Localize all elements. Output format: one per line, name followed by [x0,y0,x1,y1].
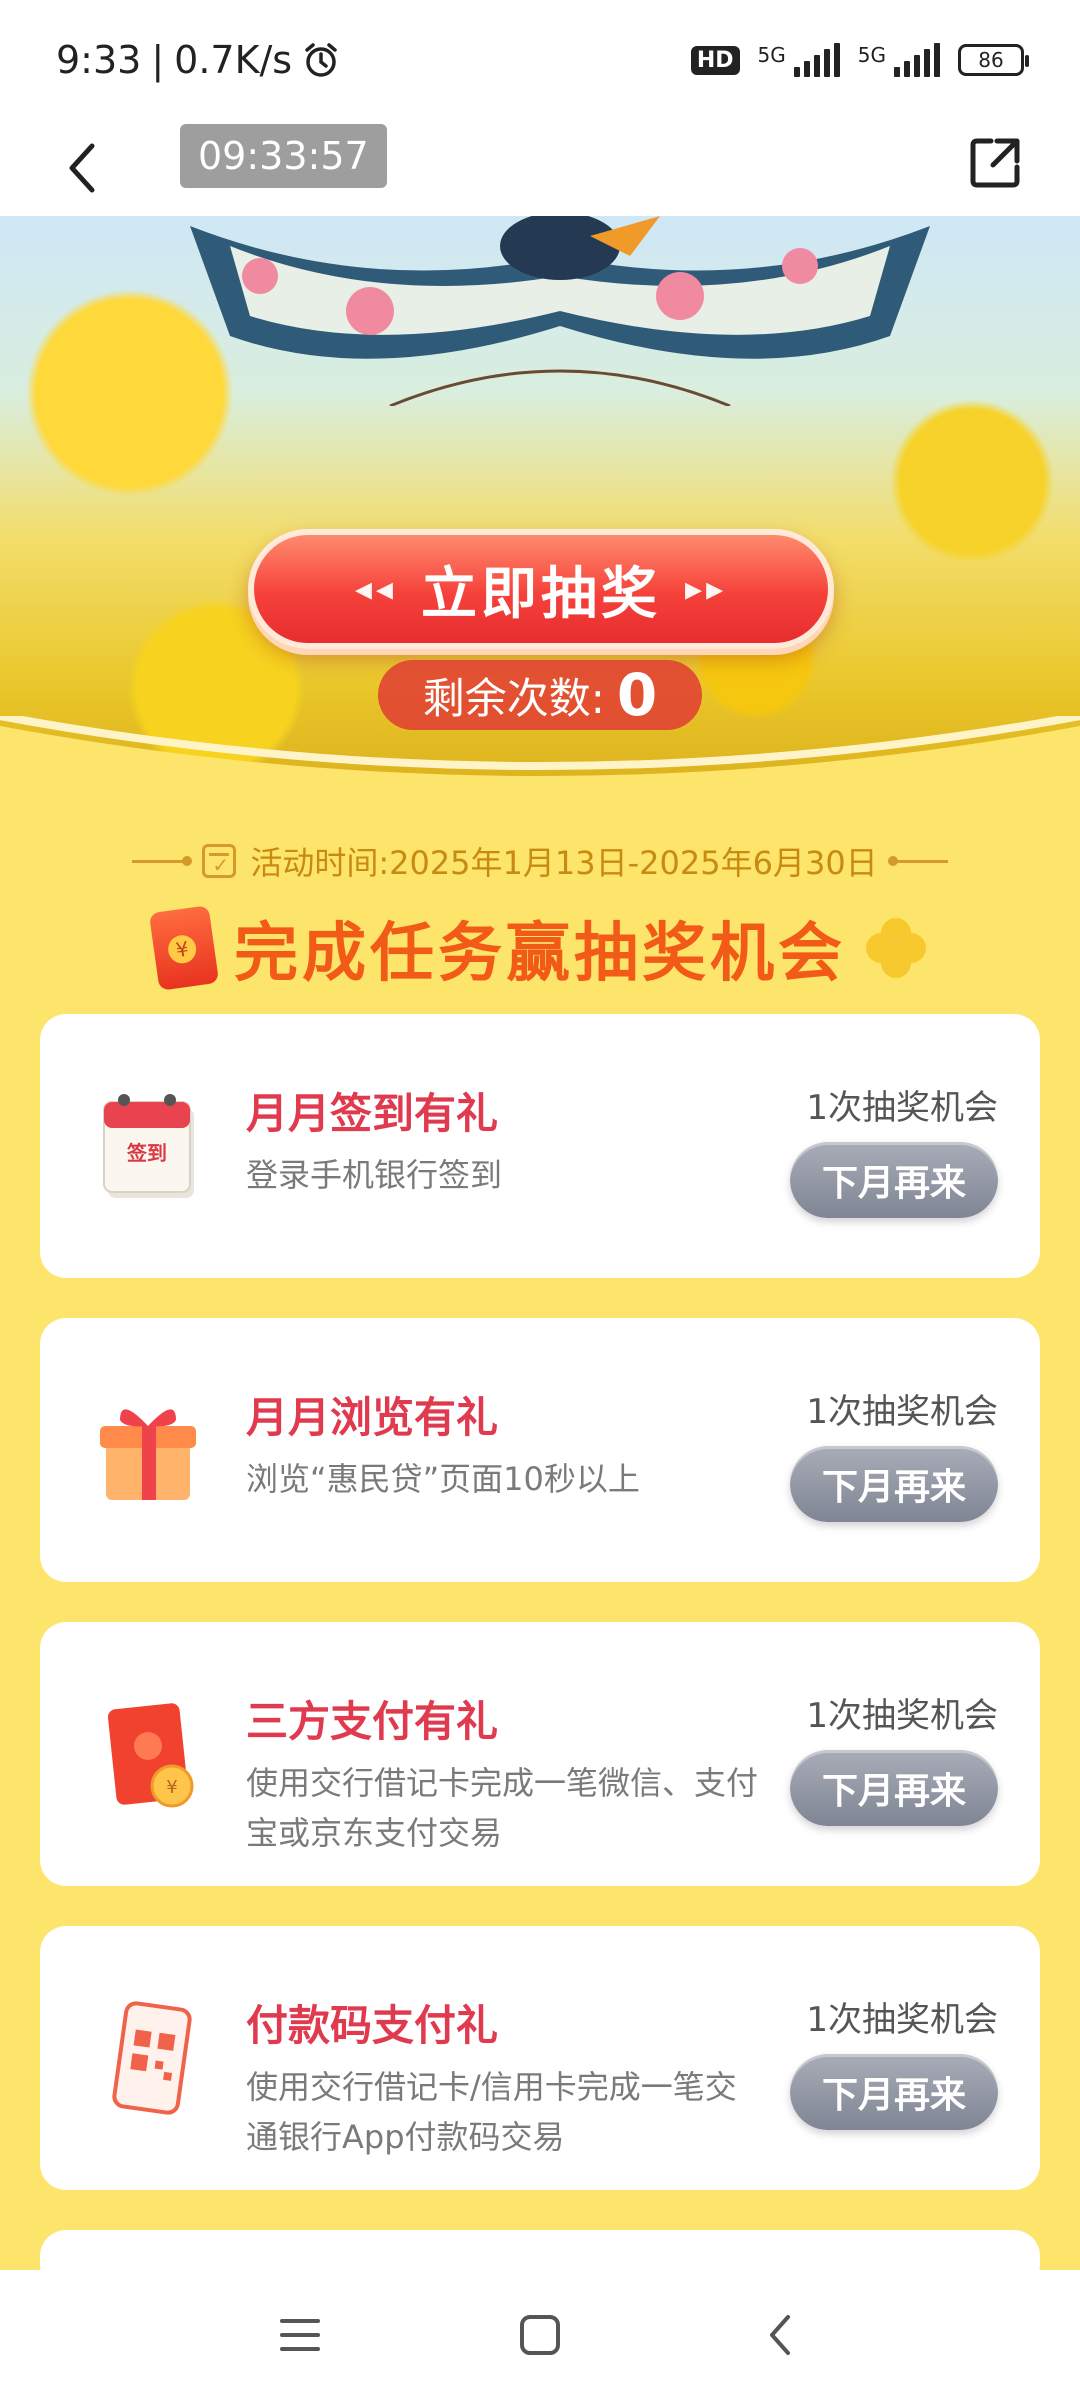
task-card: 月月浏览有礼 浏览“惠民贷”页面10秒以上 1次抽奖机会 下月再来 [40,1318,1040,1582]
share-button[interactable] [962,130,1028,196]
arrow-left-icon: ◂◂ [354,569,397,609]
signal-2-label: 5G [857,43,886,67]
task-card: 付款码支付礼 使用交行借记卡/信用卡完成一笔交通银行App付款码交易 1次抽奖机… [40,1926,1040,2190]
signal-icon-2: 5G [858,43,940,77]
draw-now-label: 立即抽奖 [421,561,661,627]
task-title: 月月浏览有礼 [246,1393,499,1442]
battery-level: 86 [978,48,1004,72]
task-desc: 使用交行借记卡完成一笔微信、支付宝或京东支付交易 [246,1764,759,1852]
home-nav-button[interactable] [510,2305,570,2365]
red-envelope-icon [148,905,220,991]
task-title: 月月签到有礼 [246,1089,499,1138]
next-month-button[interactable]: 下月再来 [790,1142,998,1218]
kite-illustration [190,216,930,406]
task-desc: 使用交行借记卡/信用卡完成一笔交通银行App付款码交易 [246,2068,737,2156]
red-envelope-icon: ¥ [107,1703,194,1808]
timer-chip: 09:33:57 [180,124,387,188]
network-speed: 0.7K/s [174,38,293,82]
status-right: HD 5G 5G 86 [690,43,1029,77]
navigation-bar [0,2270,1080,2400]
deco-line-right [887,855,948,866]
task-chance: 1次抽奖机会 [806,1696,998,1736]
battery-icon: 86 [958,44,1029,76]
draw-now-button[interactable]: ◂◂ 立即抽奖 ▸▸ [248,529,834,649]
task-card: 签到 月月签到有礼 登录手机银行签到 1次抽奖机会 下月再来 [40,1014,1040,1278]
next-month-button[interactable]: 下月再来 [790,1446,998,1522]
alarm-icon [305,43,337,77]
back-button[interactable] [52,138,112,198]
task-chance: 1次抽奖机会 [806,1392,998,1432]
task-title: 付款码支付礼 [246,2001,499,2050]
deco-line-left [132,855,193,866]
section-title: 完成任务赢抽奖机会 [0,905,1080,991]
svg-text:¥: ¥ [166,1777,177,1798]
next-month-button[interactable]: 下月再来 [790,1750,998,1826]
back-nav-button[interactable] [750,2305,810,2365]
arrow-right-icon: ▸▸ [685,569,728,609]
status-left: 9:33 | 0.7K/s [56,38,340,82]
chevron-left-icon [69,143,95,193]
qr-phone-icon [112,2001,192,2115]
flower-icon [866,918,926,978]
calendar-icon: 签到 [103,1094,194,1198]
task-chance: 1次抽奖机会 [806,2000,998,2040]
header: 09:33:57 [0,120,1080,216]
section-title-text: 完成任务赢抽奖机会 [234,917,846,991]
banner-curve [0,716,1080,806]
status-divider: | [151,38,165,82]
status-time: 9:33 [56,38,142,82]
banner: ◂◂ 立即抽奖 ▸▸ 剩余次数: 0 [0,216,1080,806]
square-home-icon [520,2315,560,2355]
task-chance: 1次抽奖机会 [806,1088,998,1128]
menu-nav-button[interactable] [270,2305,330,2365]
menu-icon [280,2319,320,2351]
calendar-icon-label: 签到 [126,1141,167,1165]
task-desc: 浏览“惠民贷”页面10秒以上 [246,1460,640,1498]
signal-1-label: 5G [757,43,786,67]
gift-box-icon [100,1409,196,1500]
signal-icon-1: 5G [758,43,840,77]
task-card: ¥ 三方支付有礼 使用交行借记卡完成一笔微信、支付宝或京东支付交易 1次抽奖机会… [40,1622,1040,1886]
share-icon [970,138,1020,188]
calendar-check-icon [202,844,237,878]
chevron-left-icon [770,2315,790,2355]
activity-time-text: 活动时间:2025年1月13日-2025年6月30日 [250,844,878,882]
status-bar: 9:33 | 0.7K/s HD 5G 5G 86 [0,0,1080,120]
next-month-button[interactable]: 下月再来 [790,2054,998,2130]
task-title: 三方支付有礼 [246,1697,499,1746]
hd-badge: HD [690,45,740,75]
task-desc: 登录手机银行签到 [246,1156,503,1194]
activity-time: 活动时间:2025年1月13日-2025年6月30日 [0,836,1080,886]
